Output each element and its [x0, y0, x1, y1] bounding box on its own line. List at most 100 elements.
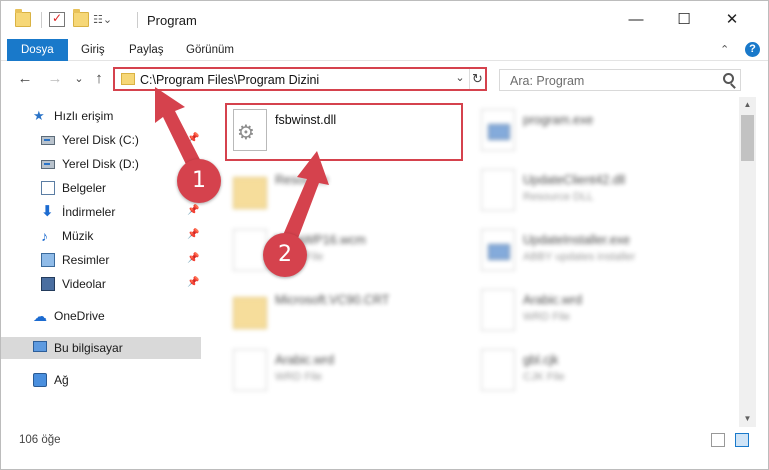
tab-view[interactable]: Görünüm: [172, 39, 248, 61]
pin-icon[interactable]: 📌: [187, 205, 199, 216]
folder-icon: [15, 9, 31, 27]
scroll-thumb[interactable]: [741, 115, 754, 161]
file-icon: [481, 349, 515, 391]
close-button[interactable]: ✕: [709, 1, 755, 39]
tab-file[interactable]: Dosya: [7, 39, 68, 61]
file-item[interactable]: Microsoft.VC90.CRT: [225, 283, 461, 341]
file-type: CJK File: [523, 371, 565, 383]
properties-icon[interactable]: [49, 11, 65, 27]
file-item[interactable]: gbl.cjk CJK File: [473, 343, 709, 401]
file-name: program.exe: [523, 113, 594, 127]
search-input[interactable]: Ara: Program: [499, 69, 741, 91]
file-name: UpdateInstaller.exe: [523, 233, 631, 247]
file-icon: [481, 169, 515, 211]
sidebar-item-music[interactable]: ♪ Müzik 📌: [1, 225, 201, 247]
recent-locations-button[interactable]: ⌄: [69, 69, 89, 89]
file-item[interactable]: UpdateInstaller.exe ABBY updates install…: [473, 223, 709, 281]
search-placeholder: Ara: Program: [510, 74, 585, 88]
highlight-box: [225, 103, 463, 161]
sidebar-item-label: Bu bilgisayar: [54, 341, 123, 355]
file-item[interactable]: VistaWP16.wcm WCM File: [225, 223, 461, 281]
window-title: Program: [147, 13, 197, 28]
file-type: WRD File: [275, 371, 323, 383]
sidebar-item-label: Hızlı erişim: [54, 109, 114, 123]
file-icon: [481, 289, 515, 331]
search-icon: [723, 73, 734, 84]
exe-icon: [481, 229, 515, 271]
callout-arrow-2: [283, 151, 329, 241]
up-button[interactable]: ↑: [89, 69, 109, 89]
callout-badge-1: 1: [177, 159, 221, 203]
sidebar-item-onedrive[interactable]: ☁ OneDrive: [1, 305, 201, 327]
file-type: WRD File: [523, 311, 571, 323]
forward-button[interactable]: →: [45, 69, 65, 89]
sidebar-item-this-pc[interactable]: Bu bilgisayar: [1, 337, 201, 359]
tab-share[interactable]: Paylaş: [115, 39, 178, 61]
pin-icon[interactable]: 📌: [187, 277, 199, 288]
chevron-up-icon[interactable]: ⌄: [720, 42, 729, 55]
pin-icon[interactable]: 📌: [187, 229, 199, 240]
drive-icon: [41, 136, 55, 145]
sidebar-item-label: Ağ: [54, 373, 69, 387]
ribbon-controls: ⌄ ?: [720, 42, 760, 58]
document-icon: [41, 181, 55, 195]
sidebar-item-network[interactable]: Ağ: [1, 369, 201, 391]
customize-toolbar-icon[interactable]: ☷⌄: [93, 13, 117, 28]
file-name: Microsoft.VC90.CRT: [275, 293, 390, 307]
minimize-button[interactable]: —: [613, 1, 659, 39]
file-name: gbl.cjk: [523, 353, 559, 367]
scroll-down-arrow[interactable]: ▼: [739, 411, 756, 427]
video-icon: [41, 277, 55, 291]
refresh-button[interactable]: ↻: [469, 69, 485, 89]
file-type: Resource DLL: [523, 191, 594, 203]
ribbon-tabs: Dosya Giriş Paylaş Görünüm ⌄ ?: [1, 39, 768, 61]
sidebar-item-label: Videolar: [62, 277, 106, 291]
file-item[interactable]: program.exe: [473, 103, 709, 161]
cloud-icon: ☁: [33, 308, 47, 324]
sidebar-item-label: OneDrive: [54, 309, 105, 323]
maximize-button[interactable]: ☐: [661, 1, 707, 39]
file-item[interactable]: Arabic.wrd WRD File: [225, 343, 461, 401]
title-bar: ☷⌄ Program — ☐ ✕: [1, 1, 768, 39]
folder-icon: [233, 177, 267, 209]
divider: [137, 12, 138, 28]
computer-icon: [33, 341, 47, 352]
folder-icon: [233, 297, 267, 329]
pictures-icon: [41, 253, 55, 267]
drive-icon: [41, 160, 55, 169]
sidebar-item-downloads[interactable]: ⬇ İndirmeler 📌: [1, 201, 201, 223]
navigation-bar: ← → ⌄ ↑ C:\Program Files\Program Dizini …: [1, 61, 768, 97]
sidebar-item-label: İndirmeler: [62, 205, 116, 219]
new-folder-icon[interactable]: [73, 9, 89, 27]
vertical-scrollbar[interactable]: ▲ ▼: [739, 97, 756, 427]
folder-icon: [121, 73, 135, 85]
arrow-shape: [283, 151, 329, 241]
sidebar-item-label: Yerel Disk (D:): [62, 157, 139, 171]
help-icon[interactable]: ?: [745, 42, 760, 57]
pin-icon[interactable]: 📌: [187, 253, 199, 264]
file-type: ABBY updates installer: [523, 251, 636, 263]
chevron-down-icon[interactable]: ⌄: [453, 71, 467, 84]
divider: [41, 12, 42, 28]
file-item[interactable]: Arabic.wrd WRD File: [473, 283, 709, 341]
file-name: UpdateClient42.dll: [523, 173, 626, 187]
explorer-window: ☷⌄ Program — ☐ ✕ Dosya Giriş Paylaş Görü…: [0, 0, 769, 470]
exe-icon: [481, 109, 515, 151]
sidebar-item-label: Belgeler: [62, 181, 107, 195]
back-button[interactable]: ←: [15, 69, 35, 89]
large-icons-view-icon[interactable]: [735, 433, 749, 447]
file-icon: [233, 349, 267, 391]
sidebar-item-label: Müzik: [62, 229, 94, 243]
sidebar-item-videos[interactable]: Videolar 📌: [1, 273, 201, 295]
tab-home[interactable]: Giriş: [67, 39, 119, 61]
details-view-icon[interactable]: [711, 433, 725, 447]
sidebar-item-pictures[interactable]: Resimler 📌: [1, 249, 201, 271]
download-icon: ⬇: [41, 203, 54, 220]
file-name: Arabic.wrd: [275, 353, 335, 367]
music-icon: ♪: [41, 228, 48, 244]
star-icon: ★: [33, 108, 45, 123]
file-item[interactable]: Resource: [225, 163, 461, 221]
network-icon: [33, 373, 47, 387]
scroll-up-arrow[interactable]: ▲: [739, 97, 756, 113]
file-item[interactable]: UpdateClient42.dll Resource DLL: [473, 163, 709, 221]
